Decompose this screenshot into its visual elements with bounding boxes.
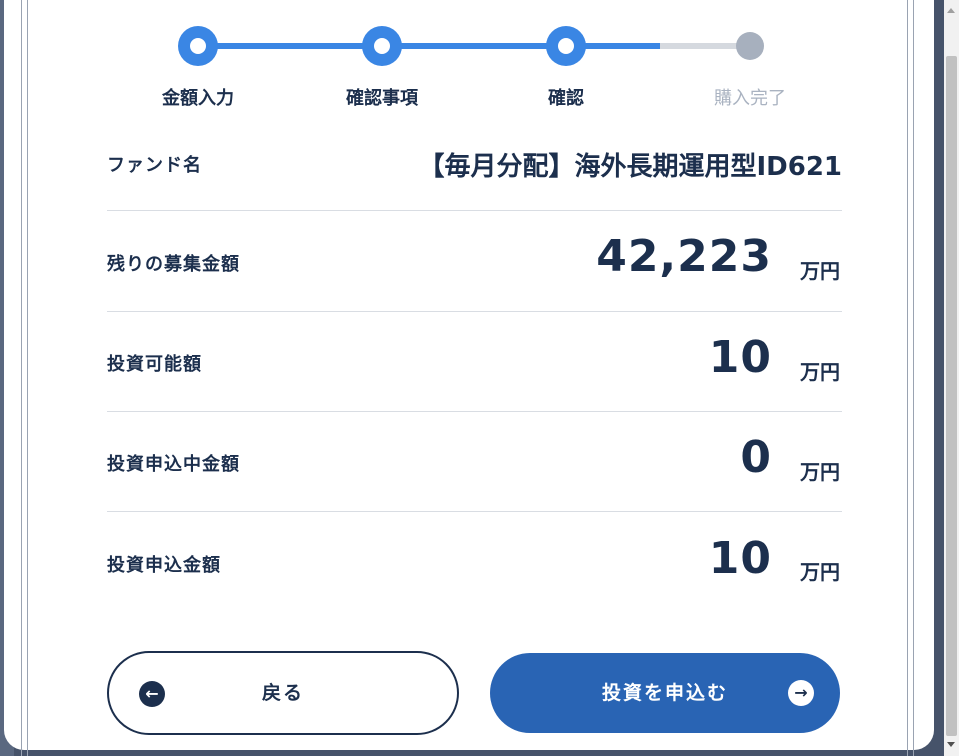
step-label-3: 確認 bbox=[548, 88, 584, 109]
scroll-thumb[interactable] bbox=[946, 56, 957, 736]
arrow-right-icon: → bbox=[788, 680, 814, 706]
step-label-1: 金額入力 bbox=[162, 88, 234, 109]
back-button[interactable]: 戻る ← bbox=[107, 651, 459, 735]
investable-amount-label: 投資可能額 bbox=[107, 354, 202, 375]
pending-amount-row: 投資申込中金額 0 万円 bbox=[107, 412, 842, 512]
step-label-4: 購入完了 bbox=[714, 88, 786, 109]
apply-amount-unit: 万円 bbox=[800, 560, 840, 584]
investable-amount-row: 投資可能額 10 万円 bbox=[107, 312, 842, 412]
pending-amount-unit: 万円 bbox=[800, 460, 840, 484]
step-dot-4 bbox=[736, 32, 764, 60]
step-dot-1 bbox=[178, 26, 218, 66]
remaining-amount-unit: 万円 bbox=[800, 259, 840, 283]
stepper-line-active bbox=[198, 43, 660, 49]
remaining-amount-label: 残りの募集金額 bbox=[107, 254, 240, 275]
submit-investment-button[interactable]: 投資を申込む → bbox=[490, 653, 840, 733]
fund-name-row: ファンド名 【毎月分配】海外長期運用型ID621 bbox=[107, 140, 842, 211]
apply-amount-label: 投資申込金額 bbox=[107, 555, 221, 576]
apply-amount-value: 10 bbox=[708, 533, 772, 584]
step-label-2: 確認事項 bbox=[346, 88, 418, 109]
step-dot-3 bbox=[546, 26, 586, 66]
pending-amount-label: 投資申込中金額 bbox=[107, 454, 240, 475]
apply-amount-row: 投資申込金額 10 万円 bbox=[107, 512, 842, 612]
investable-amount-value: 10 bbox=[708, 332, 772, 383]
scroll-up-icon[interactable] bbox=[947, 8, 955, 13]
scroll-down-icon[interactable] bbox=[947, 742, 955, 747]
progress-stepper: 金額入力 確認事項 確認 購入完了 bbox=[0, 0, 959, 120]
arrow-left-icon: ← bbox=[139, 681, 165, 707]
investable-amount-unit: 万円 bbox=[800, 360, 840, 384]
scrollbar[interactable] bbox=[944, 0, 959, 756]
fund-name-label: ファンド名 bbox=[107, 155, 202, 176]
remaining-amount-value: 42,223 bbox=[596, 231, 772, 282]
step-dot-2 bbox=[362, 26, 402, 66]
pending-amount-value: 0 bbox=[740, 432, 772, 483]
fund-name-value: 【毎月分配】海外長期運用型ID621 bbox=[418, 152, 842, 182]
screen: 金額入力 確認事項 確認 購入完了 ファンド名 【毎月分配】海外長期運用型ID6… bbox=[0, 0, 959, 756]
remaining-amount-row: 残りの募集金額 42,223 万円 bbox=[107, 211, 842, 312]
